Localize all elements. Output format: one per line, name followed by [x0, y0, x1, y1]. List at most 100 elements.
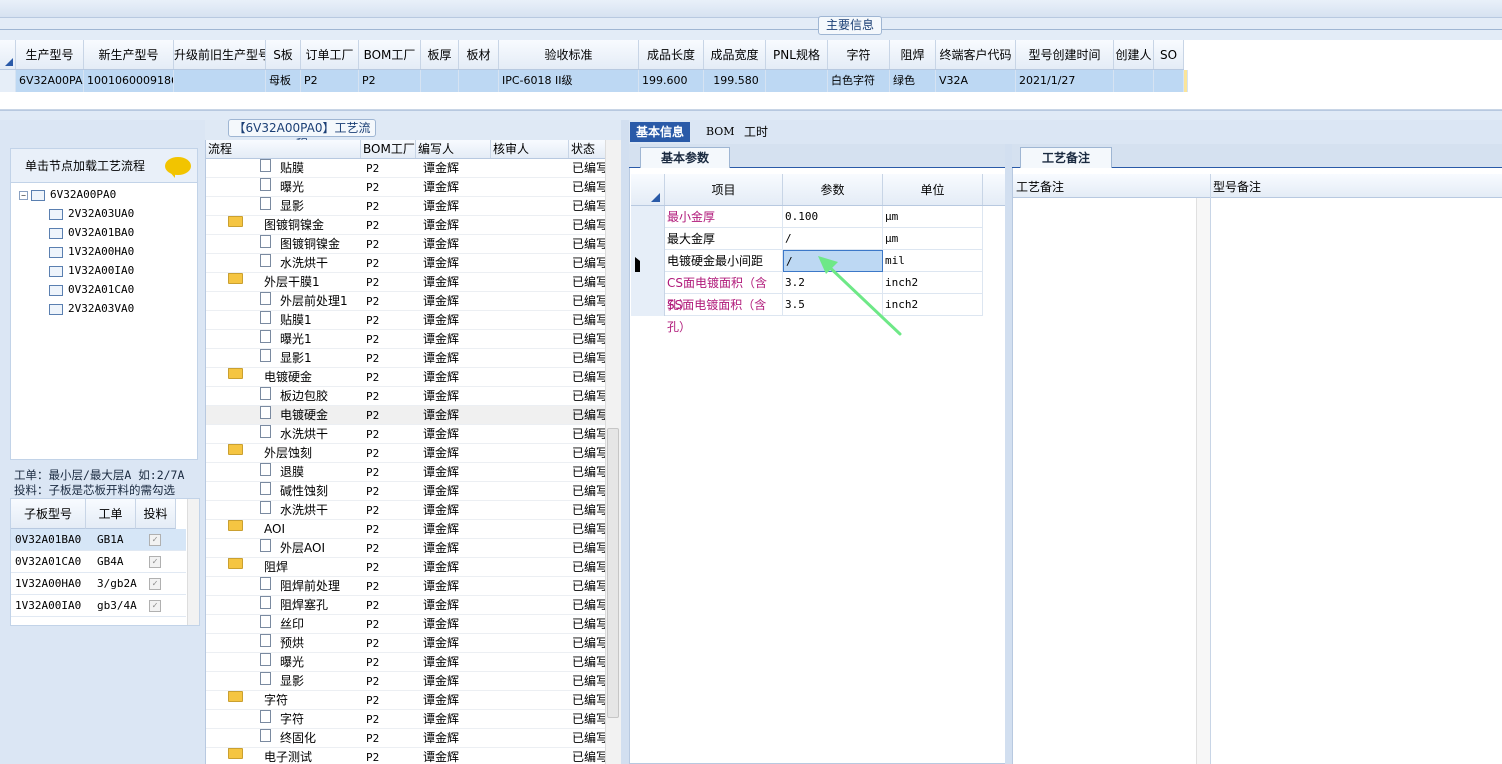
notes-scrollbar[interactable] — [1196, 198, 1210, 764]
process-row[interactable]: 水洗烘干 P2 谭金辉 已编写 — [206, 501, 608, 520]
process-row[interactable]: 阻焊前处理 P2 谭金辉 已编写 — [206, 577, 608, 596]
main-grid-cell[interactable] — [459, 70, 499, 92]
main-grid-cell[interactable]: 绿色 — [890, 70, 936, 92]
feed-checkbox[interactable]: ✓ — [149, 600, 161, 612]
process-row[interactable]: 贴膜1 P2 谭金辉 已编写 — [206, 311, 608, 330]
main-grid-header-cell[interactable]: 成品长度 — [639, 40, 704, 69]
main-grid-cell[interactable]: P2 — [359, 70, 421, 92]
process-row[interactable]: 曝光 P2 谭金辉 已编写 — [206, 653, 608, 672]
tab-bom[interactable]: BOM — [700, 122, 741, 142]
param-value[interactable]: 0.100 — [783, 206, 883, 228]
right-splitter[interactable] — [1005, 144, 1012, 764]
main-grid-cell[interactable]: 199.600 — [639, 70, 704, 92]
collapse-icon[interactable]: − — [19, 190, 28, 200]
process-row[interactable]: 终固化 P2 谭金辉 已编写 — [206, 729, 608, 748]
main-grid-header-cell[interactable]: 字符 — [828, 40, 890, 69]
sub-grid-row[interactable]: 0V32A01BA0 GB1A ✓ — [11, 529, 186, 551]
main-grid-header-cell[interactable]: SO — [1154, 40, 1184, 69]
process-row[interactable]: −字符P2谭金辉已编写 — [206, 691, 608, 710]
tab-work-hours[interactable]: 工时 — [738, 122, 774, 142]
process-row[interactable]: 丝印 P2 谭金辉 已编写 — [206, 615, 608, 634]
row-indicator[interactable] — [0, 70, 16, 92]
col-param[interactable]: 参数 — [783, 174, 883, 205]
sub-grid-row[interactable]: 0V32A01CA0 GB4A ✓ — [11, 551, 186, 573]
process-row[interactable]: −图镀铜镍金P2谭金辉已编写 — [206, 216, 608, 235]
main-grid-cell[interactable]: 2021/1/27 — [1016, 70, 1114, 92]
col-process[interactable]: 流程 — [206, 140, 361, 158]
process-row[interactable]: 水洗烘干 P2 谭金辉 已编写 — [206, 254, 608, 273]
tree-child-node[interactable]: 0V32A01CA0 — [49, 280, 134, 299]
process-row[interactable]: 碱性蚀刻 P2 谭金辉 已编写 — [206, 482, 608, 501]
process-row[interactable]: −电子测试P2谭金辉已编写 — [206, 748, 608, 764]
tab-process-notes[interactable]: 工艺备注 — [1020, 147, 1112, 168]
process-row[interactable]: 显影 P2 谭金辉 已编写 — [206, 672, 608, 691]
process-row[interactable]: 字符 P2 谭金辉 已编写 — [206, 710, 608, 729]
process-row[interactable]: −电镀硬金P2谭金辉已编写 — [206, 368, 608, 387]
process-row[interactable]: 外层前处理1 P2 谭金辉 已编写 — [206, 292, 608, 311]
sub-grid-header-order[interactable]: 工单 — [86, 499, 136, 529]
process-row[interactable]: −外层干膜1P2谭金辉已编写 — [206, 273, 608, 292]
main-grid-cell[interactable]: V32A — [936, 70, 1016, 92]
horizontal-splitter[interactable] — [0, 110, 1502, 120]
row-indicator[interactable] — [631, 228, 665, 250]
col-bom-factory[interactable]: BOM工厂 — [361, 140, 416, 158]
main-grid-cell[interactable] — [766, 70, 828, 92]
main-grid-header-cell[interactable]: 生产型号 — [16, 40, 84, 69]
main-grid-header-cell[interactable]: 成品宽度 — [704, 40, 766, 69]
main-grid-cell[interactable] — [421, 70, 459, 92]
process-row[interactable]: 水洗烘干 P2 谭金辉 已编写 — [206, 425, 608, 444]
process-row[interactable]: 显影1 P2 谭金辉 已编写 — [206, 349, 608, 368]
main-grid-cell[interactable] — [174, 70, 266, 92]
process-row[interactable]: 外层AOI P2 谭金辉 已编写 — [206, 539, 608, 558]
row-indicator[interactable] — [631, 294, 665, 316]
main-grid-header-cell[interactable]: 升级前旧生产型号 — [174, 40, 266, 69]
process-row[interactable]: 预烘 P2 谭金辉 已编写 — [206, 634, 608, 653]
row-indicator[interactable] — [631, 272, 665, 294]
process-row[interactable]: 退膜 P2 谭金辉 已编写 — [206, 463, 608, 482]
tree-child-node[interactable]: 1V32A00IA0 — [49, 261, 134, 280]
main-grid-header-cell[interactable]: 板材 — [459, 40, 499, 69]
tree-child-node[interactable]: 2V32A03VA0 — [49, 299, 134, 318]
vertical-splitter[interactable] — [621, 120, 629, 764]
param-row[interactable]: 最小金厚 0.100 μm — [631, 206, 1005, 228]
tree-child-node[interactable]: 1V32A00HA0 — [49, 242, 134, 261]
main-grid-cell[interactable]: 10010600091864 — [84, 70, 174, 92]
param-value[interactable]: / — [783, 228, 883, 250]
main-grid-cell[interactable] — [1154, 70, 1184, 92]
row-indicator[interactable] — [631, 206, 665, 228]
main-grid-cell[interactable]: P2 — [301, 70, 359, 92]
tab-basic-info[interactable]: 基本信息 — [630, 122, 691, 142]
param-row[interactable]: 最大金厚 / μm — [631, 228, 1005, 250]
tab-basic-params[interactable]: 基本参数 — [640, 147, 730, 168]
tree-child-node[interactable]: 2V32A03UA0 — [49, 204, 134, 223]
process-row[interactable]: −阻焊P2谭金辉已编写 — [206, 558, 608, 577]
process-grid-scroll-thumb[interactable] — [607, 428, 619, 718]
tree-root-node[interactable]: − 6V32A00PA0 — [19, 185, 116, 204]
main-grid-cell[interactable]: 199.580 — [704, 70, 766, 92]
main-grid-cell[interactable]: 白色字符 — [828, 70, 890, 92]
col-unit[interactable]: 单位 — [883, 174, 983, 205]
process-row[interactable]: −外层蚀刻P2谭金辉已编写 — [206, 444, 608, 463]
sub-grid-row[interactable]: 1V32A00HA0 3/gb2A ✓ — [11, 573, 186, 595]
main-grid-header-cell[interactable]: 新生产型号 — [84, 40, 174, 69]
main-grid-cell[interactable]: IPC-6018 II级 — [499, 70, 639, 92]
feed-checkbox[interactable]: ✓ — [149, 556, 161, 568]
main-grid-header-cell[interactable]: PNL规格 — [766, 40, 828, 69]
row-indicator[interactable] — [631, 250, 665, 279]
sub-grid-row[interactable]: 1V32A00IA0 gb3/4A ✓ — [11, 595, 186, 617]
main-grid-selected-row[interactable]: 6V32A00PA010010600091864母板P2P2IPC-6018 I… — [0, 70, 1188, 92]
col-item[interactable]: 项目 — [665, 174, 783, 205]
feed-checkbox[interactable]: ✓ — [149, 534, 161, 546]
tree-child-node[interactable]: 0V32A01BA0 — [49, 223, 134, 242]
sub-grid-header-feed[interactable]: 投料 — [136, 499, 176, 529]
main-grid-header-cell[interactable]: 订单工厂 — [301, 40, 359, 69]
main-grid-header-cell[interactable]: S板 — [266, 40, 301, 69]
sub-grid-header-model[interactable]: 子板型号 — [11, 499, 86, 529]
process-row[interactable]: 图镀铜镍金 P2 谭金辉 已编写 — [206, 235, 608, 254]
process-row[interactable]: 阻焊塞孔 P2 谭金辉 已编写 — [206, 596, 608, 615]
process-row[interactable]: 曝光 P2 谭金辉 已编写 — [206, 178, 608, 197]
process-row[interactable]: 贴膜 P2 谭金辉 已编写 — [206, 159, 608, 178]
process-row[interactable]: 显影 P2 谭金辉 已编写 — [206, 197, 608, 216]
main-grid-header-cell[interactable]: 创建人 — [1114, 40, 1154, 69]
main-grid-cell[interactable] — [1114, 70, 1154, 92]
